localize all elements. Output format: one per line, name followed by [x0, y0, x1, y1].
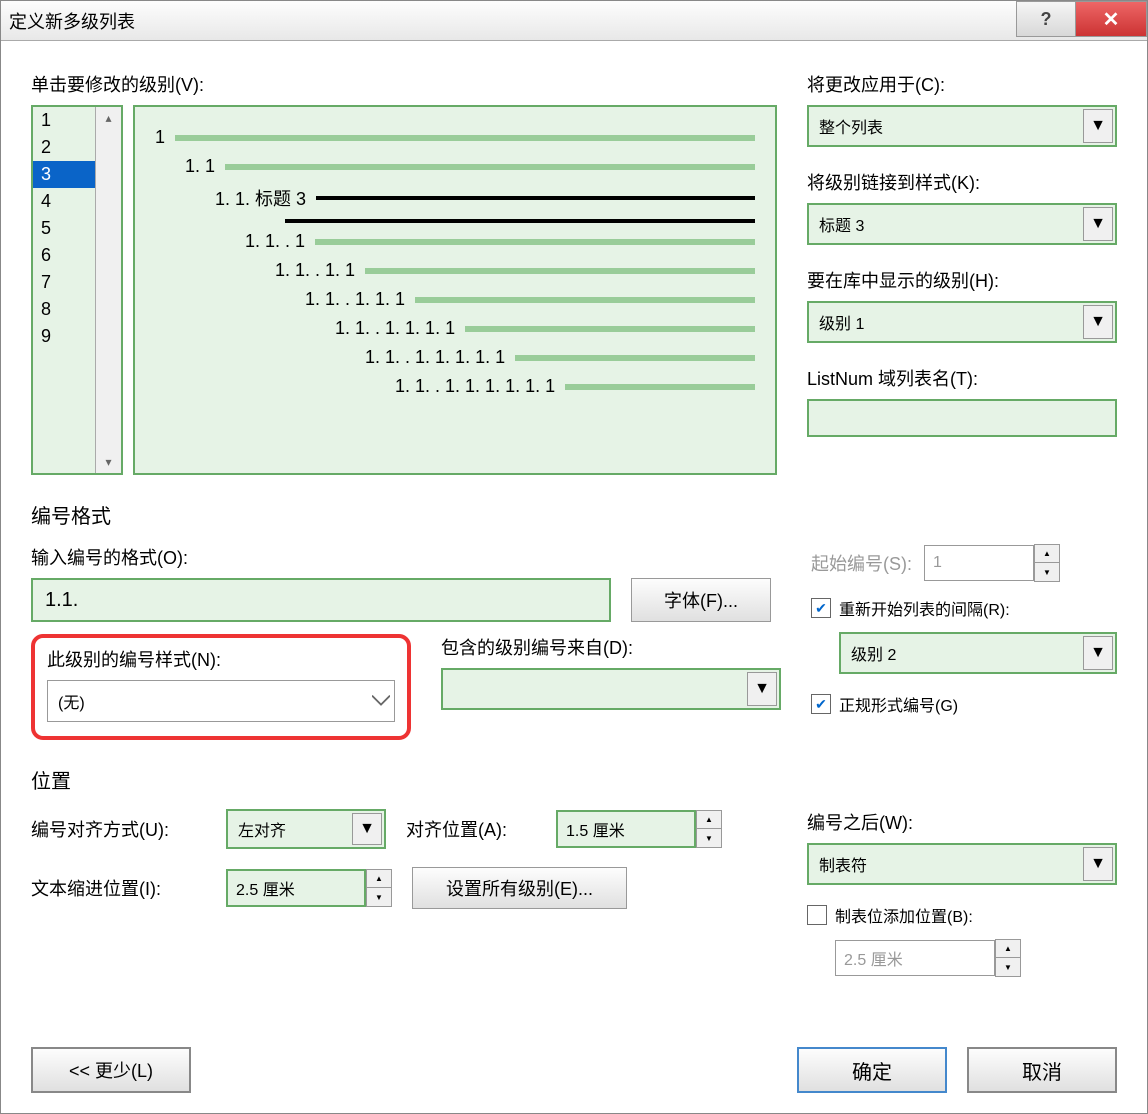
- apply-to-label: 将更改应用于(C):: [807, 71, 1117, 97]
- dropdown-arrow-icon: ▼: [747, 672, 777, 706]
- preview-row: 1: [155, 127, 755, 148]
- preview-row: 1. 1. . 1. 1. 1. 1: [155, 318, 755, 339]
- spin-up-icon[interactable]: ▲: [367, 870, 391, 888]
- dropdown-arrow-icon: ▼: [1083, 636, 1113, 670]
- number-style-dropdown[interactable]: (无): [47, 680, 395, 722]
- link-style-dropdown[interactable]: 标题 3 ▼: [807, 203, 1117, 245]
- dropdown-arrow-icon: ▼: [352, 813, 382, 845]
- legal-checkbox[interactable]: ✔: [811, 694, 831, 714]
- include-from-label: 包含的级别编号来自(D):: [441, 634, 781, 660]
- help-button[interactable]: ?: [1016, 1, 1076, 37]
- spin-up-icon[interactable]: ▲: [697, 811, 721, 829]
- text-indent-label: 文本缩进位置(I):: [31, 875, 206, 901]
- dropdown-arrow-icon: ▼: [1083, 207, 1113, 241]
- link-style-label: 将级别链接到样式(K):: [807, 169, 1117, 195]
- level-item-7[interactable]: 7: [33, 269, 95, 296]
- number-style-highlight: 此级别的编号样式(N): (无): [31, 634, 411, 740]
- listnum-label: ListNum 域列表名(T):: [807, 365, 1117, 391]
- preview-row: 1. 1. . 1. 1. 1. 1. 1: [155, 347, 755, 368]
- level-item-5[interactable]: 5: [33, 215, 95, 242]
- close-button[interactable]: ✕: [1075, 1, 1147, 37]
- dropdown-arrow-icon: ▼: [1083, 109, 1113, 143]
- level-item-2[interactable]: 2: [33, 134, 95, 161]
- follow-number-dropdown[interactable]: 制表符 ▼: [807, 843, 1117, 885]
- set-all-levels-button[interactable]: 设置所有级别(E)...: [412, 867, 627, 909]
- level-item-9[interactable]: 9: [33, 323, 95, 350]
- spin-down-icon[interactable]: ▼: [996, 958, 1020, 976]
- click-level-label: 单击要修改的级别(V):: [31, 71, 777, 97]
- preview-pane: 1 1. 1 1. 1. 标题 3 1. 1. . 1 1. 1. . 1. 1 1. 1…: [133, 105, 777, 475]
- preview-row: 1. 1. . 1. 1. 1: [155, 289, 755, 310]
- level-item-4[interactable]: 4: [33, 188, 95, 215]
- restart-checkbox[interactable]: ✔: [811, 598, 831, 618]
- follow-number-label: 编号之后(W):: [807, 809, 1117, 835]
- titlebar: 定义新多级列表 ? ✕: [1, 1, 1147, 41]
- scroll-down-icon: ▾: [105, 455, 111, 469]
- alignment-dropdown[interactable]: 左对齐 ▼: [226, 809, 386, 849]
- start-at-label: 起始编号(S):: [811, 550, 912, 576]
- spin-down-icon[interactable]: ▼: [1035, 563, 1059, 581]
- level-item-3[interactable]: 3: [33, 161, 95, 188]
- tab-stop-label: 制表位添加位置(B):: [835, 903, 973, 927]
- aligned-at-spinner[interactable]: 1.5 厘米 ▲▼: [556, 810, 722, 848]
- alignment-label: 编号对齐方式(U):: [31, 816, 206, 842]
- preview-row: 1. 1. . 1: [155, 231, 755, 252]
- number-style-label: 此级别的编号样式(N):: [47, 646, 395, 672]
- apply-to-dropdown[interactable]: 整个列表 ▼: [807, 105, 1117, 147]
- scroll-up-icon: ▴: [105, 111, 111, 125]
- tab-stop-checkbox[interactable]: [807, 905, 827, 925]
- level-item-8[interactable]: 8: [33, 296, 95, 323]
- legal-label: 正规形式编号(G): [839, 692, 958, 716]
- tab-stop-spinner[interactable]: 2.5 厘米 ▲▼: [835, 939, 1117, 977]
- preview-row: 1. 1. . 1. 1. 1. 1. 1. 1: [155, 376, 755, 397]
- ok-button[interactable]: 确定: [797, 1047, 947, 1093]
- preview-row: 1. 1. . 1. 1: [155, 260, 755, 281]
- gallery-value: 级别 1: [819, 310, 864, 334]
- format-section-title: 编号格式: [31, 500, 1117, 529]
- dialog-content: 单击要修改的级别(V): 123456789 ▴ ▾ 11. 11. 1. 标题…: [1, 41, 1147, 1113]
- restart-level-dropdown[interactable]: 级别 2 ▼: [839, 632, 1117, 674]
- dropdown-arrow-icon: ▼: [1083, 305, 1113, 339]
- spin-down-icon[interactable]: ▼: [367, 888, 391, 906]
- dropdown-arrow-icon: [372, 695, 390, 707]
- include-from-dropdown[interactable]: ▼: [441, 668, 781, 710]
- level-item-6[interactable]: 6: [33, 242, 95, 269]
- level-scrollbar[interactable]: ▴ ▾: [95, 107, 121, 473]
- position-section-title: 位置: [31, 765, 1117, 794]
- text-indent-spinner[interactable]: 2.5 厘米 ▲▼: [226, 869, 392, 907]
- preview-row: 1. 1. 标题 3: [155, 185, 755, 211]
- restart-label: 重新开始列表的间隔(R):: [839, 596, 1010, 620]
- less-button[interactable]: << 更少(L): [31, 1047, 191, 1093]
- apply-to-value: 整个列表: [819, 114, 883, 138]
- font-button[interactable]: 字体(F)...: [631, 578, 771, 622]
- enter-format-label: 输入编号的格式(O):: [31, 544, 781, 570]
- window-title: 定义新多级列表: [9, 8, 135, 34]
- format-input[interactable]: 1.1.: [31, 578, 611, 622]
- dropdown-arrow-icon: ▼: [1083, 847, 1113, 881]
- preview-row: 1. 1: [155, 156, 755, 177]
- level-item-1[interactable]: 1: [33, 107, 95, 134]
- listnum-input[interactable]: [807, 399, 1117, 437]
- spin-down-icon[interactable]: ▼: [697, 829, 721, 847]
- titlebar-controls: ? ✕: [1017, 1, 1147, 37]
- aligned-at-label: 对齐位置(A):: [406, 816, 536, 842]
- level-listbox[interactable]: 123456789 ▴ ▾: [31, 105, 123, 475]
- start-at-spinner[interactable]: 1 ▲▼: [924, 544, 1060, 582]
- spin-up-icon[interactable]: ▲: [1035, 545, 1059, 563]
- gallery-label: 要在库中显示的级别(H):: [807, 267, 1117, 293]
- gallery-dropdown[interactable]: 级别 1 ▼: [807, 301, 1117, 343]
- cancel-button[interactable]: 取消: [967, 1047, 1117, 1093]
- dialog-window: 定义新多级列表 ? ✕ 单击要修改的级别(V): 123456789 ▴ ▾ 1…: [0, 0, 1148, 1114]
- spin-up-icon[interactable]: ▲: [996, 940, 1020, 958]
- number-style-value: (无): [58, 689, 85, 713]
- link-style-value: 标题 3: [819, 212, 864, 236]
- restart-level-value: 级别 2: [851, 641, 896, 665]
